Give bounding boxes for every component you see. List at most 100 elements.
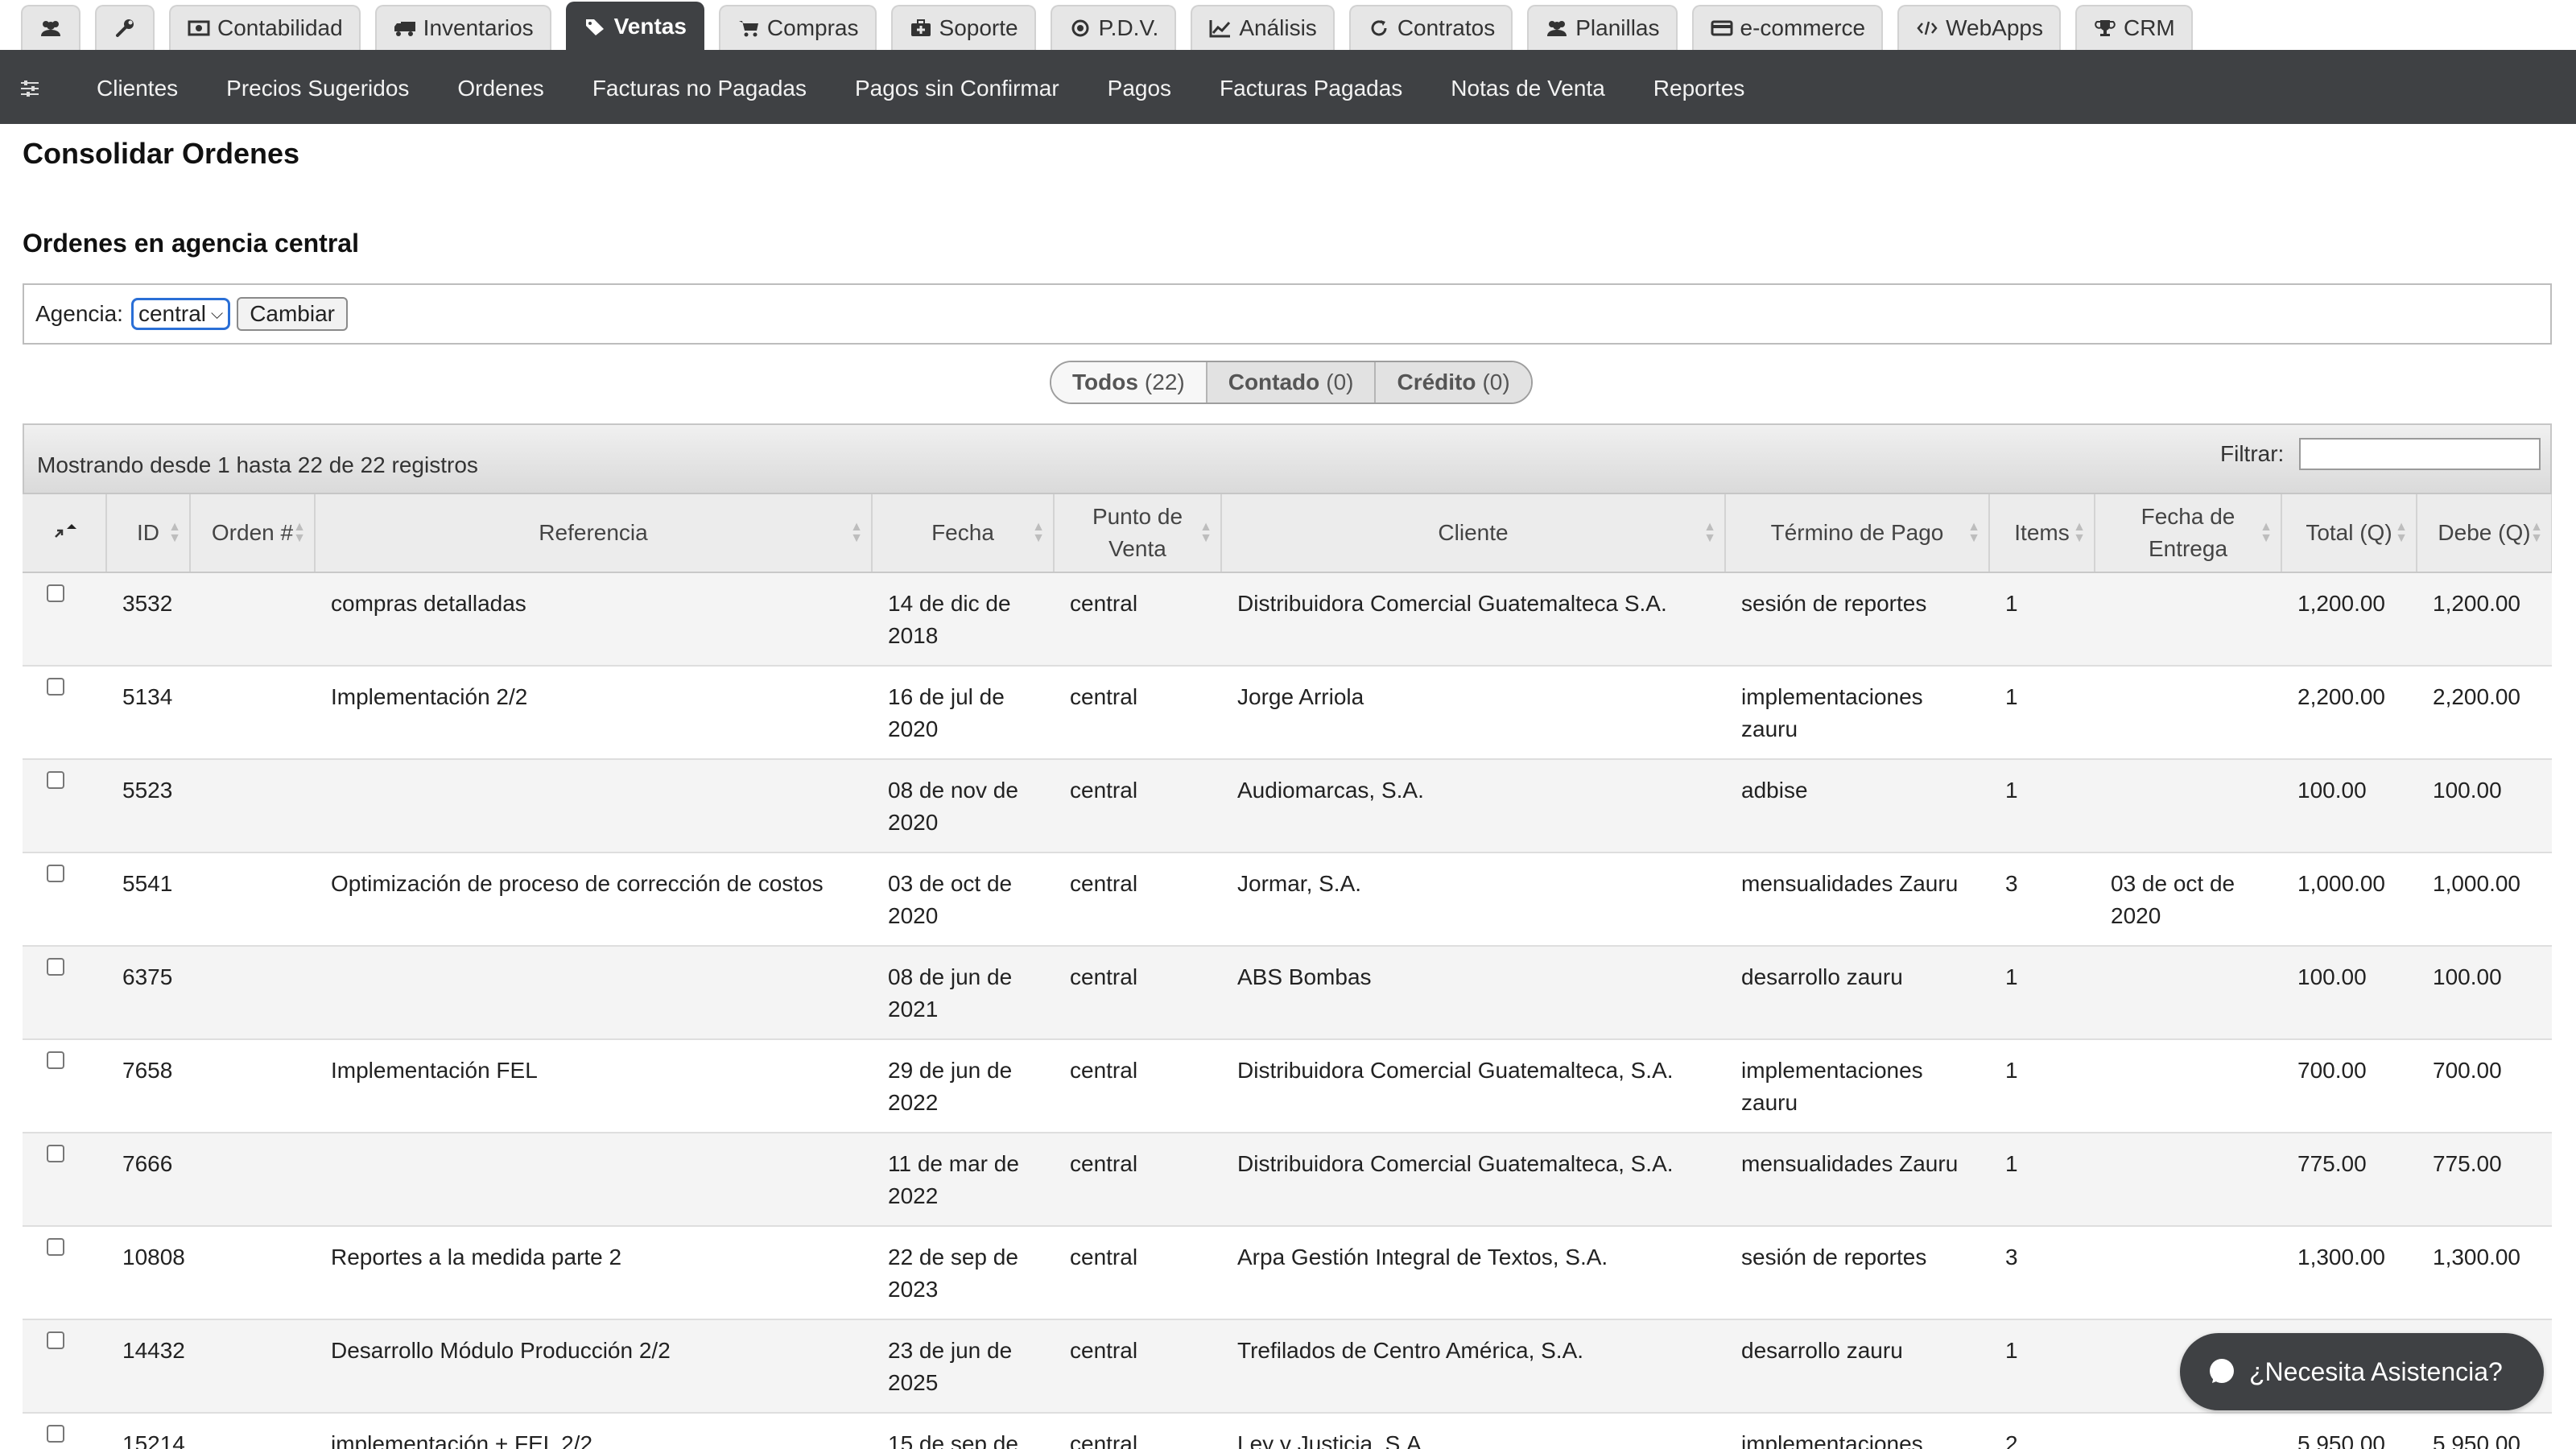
row-checkbox[interactable]: [47, 1051, 64, 1069]
cell-fecha: 03 de oct de 2020: [872, 852, 1054, 947]
tab-inventarios[interactable]: Inventarios: [374, 5, 551, 50]
column-header-referencia[interactable]: Referencia ▲ ▼: [315, 494, 873, 573]
cell-items: 1: [1989, 946, 2095, 1040]
tab-planillas[interactable]: Planillas: [1527, 5, 1678, 50]
tab-label: CRM: [2123, 15, 2175, 40]
cell-referencia: implementación + FEL 2/2: [315, 1413, 872, 1449]
table-filter-input[interactable]: [2299, 438, 2541, 470]
orders-table-wrapper: ID ▲ ▼ Orden # ▲ ▼ Referencia ▲ ▼ Fecha ▲ ▼ Punt…: [23, 494, 2552, 1449]
column-header-items[interactable]: Items ▲ ▼: [1989, 494, 2095, 573]
tab-label: Análisis: [1239, 15, 1317, 40]
row-checkbox[interactable]: [47, 1331, 64, 1349]
column-header-fecha-de-entrega[interactable]: Fecha de Entrega ▲ ▼: [2095, 494, 2282, 573]
row-checkbox[interactable]: [47, 771, 64, 789]
subnav-pagos-sin-confirmar[interactable]: Pagos sin Confirmar: [855, 76, 1059, 101]
table-row[interactable]: 7658 Implementación FEL 29 de jun de 2022 c…: [23, 1039, 2552, 1133]
filter-credito[interactable]: Crédito (0): [1374, 362, 1531, 402]
filter-todos[interactable]: Todos (22): [1051, 362, 1206, 402]
row-checkbox[interactable]: [47, 1145, 64, 1162]
row-select-cell: [23, 1133, 106, 1227]
subnav-ordenes[interactable]: Ordenes: [457, 76, 543, 101]
row-checkbox[interactable]: [47, 1238, 64, 1256]
cell-referencia: Implementación FEL: [315, 1039, 872, 1133]
row-checkbox[interactable]: [47, 865, 64, 882]
cell-orden: [190, 1226, 315, 1320]
tab-crm[interactable]: CRM: [2074, 5, 2193, 50]
cell-termino-de-pago: implementaciones zauru: [1725, 666, 1989, 760]
compress-icon[interactable]: [52, 520, 76, 545]
table-row[interactable]: 14432 Desarrollo Módulo Producción 2/2 23 …: [23, 1319, 2552, 1414]
subnav-reportes[interactable]: Reportes: [1653, 76, 1745, 101]
tab-contratos[interactable]: Contratos: [1348, 5, 1513, 50]
filter-count: (0): [1482, 369, 1510, 394]
cell-termino-de-pago: implementaciones: [1725, 1413, 1989, 1449]
sort-icon: ▲ ▼: [1032, 520, 1045, 545]
cell-id: 7666: [106, 1133, 190, 1227]
cell-punto-de-venta: central: [1054, 666, 1221, 760]
tab-tools[interactable]: [95, 5, 155, 50]
column-header-fecha[interactable]: Fecha ▲ ▼: [872, 494, 1055, 573]
credit-card-icon: [1710, 16, 1734, 40]
table-row[interactable]: 5134 Implementación 2/2 16 de jul de 2020 c…: [23, 666, 2552, 760]
cell-items: 1: [1989, 759, 2095, 853]
cell-total: 775.00: [2281, 1133, 2417, 1227]
tab-soporte[interactable]: Soporte: [890, 5, 1036, 50]
tab-label: Contabilidad: [217, 15, 343, 40]
cell-debe: 100.00: [2417, 946, 2552, 1040]
sliders-icon[interactable]: [19, 80, 66, 97]
cell-cliente: Ley y Justicia, S.A.: [1221, 1413, 1725, 1449]
row-checkbox[interactable]: [47, 1425, 64, 1443]
tab-compras[interactable]: Compras: [718, 5, 877, 50]
tab-analisis[interactable]: Análisis: [1191, 5, 1335, 50]
tab-webapps[interactable]: WebApps: [1897, 5, 2061, 50]
subnav-precios-sugeridos[interactable]: Precios Sugeridos: [226, 76, 409, 101]
tab-pdv[interactable]: P.D.V.: [1050, 5, 1177, 50]
column-header-total[interactable]: Total (Q) ▲ ▼: [2281, 494, 2417, 573]
table-row[interactable]: 5541 Optimización de proceso de correcció…: [23, 852, 2552, 947]
cell-punto-de-venta: central: [1054, 1039, 1221, 1133]
subnav-pagos[interactable]: Pagos: [1108, 76, 1171, 101]
cell-debe: 100.00: [2417, 759, 2552, 853]
column-header-cliente[interactable]: Cliente ▲ ▼: [1221, 494, 1726, 573]
filter-contado[interactable]: Contado (0): [1205, 362, 1375, 402]
tab-ecommerce[interactable]: e-commerce: [1691, 5, 1884, 50]
cell-fecha-de-entrega: 03 de oct de 2020: [2095, 852, 2281, 947]
change-agency-button[interactable]: Cambiar: [237, 297, 348, 331]
select-all-header[interactable]: [23, 494, 107, 573]
table-row[interactable]: 10808 Reportes a la medida parte 2 22 de s…: [23, 1226, 2552, 1320]
tab-contabilidad[interactable]: Contabilidad: [169, 5, 361, 50]
row-checkbox[interactable]: [47, 678, 64, 696]
row-checkbox[interactable]: [47, 958, 64, 976]
subnav-facturas-no-pagadas[interactable]: Facturas no Pagadas: [592, 76, 807, 101]
cell-fecha: 16 de jul de 2020: [872, 666, 1054, 760]
column-header-debe[interactable]: Debe (Q) ▲ ▼: [2417, 494, 2552, 573]
table-row[interactable]: 3532 compras detalladas 14 de dic de 2018 c…: [23, 572, 2552, 667]
row-select-cell: [23, 1319, 106, 1414]
cell-total: 100.00: [2281, 946, 2417, 1040]
column-label: Debe (Q): [2438, 520, 2531, 545]
cell-id: 5541: [106, 852, 190, 947]
table-row[interactable]: 7666 11 de mar de 2022 central Distribuidor…: [23, 1133, 2552, 1227]
agency-select[interactable]: central ⌵: [130, 298, 231, 330]
row-checkbox[interactable]: [47, 584, 64, 602]
cell-debe: 775.00: [2417, 1133, 2552, 1227]
cell-termino-de-pago: mensualidades Zauru: [1725, 852, 1989, 947]
subnav-notas-de-venta[interactable]: Notas de Venta: [1451, 76, 1604, 101]
table-row[interactable]: 15214 implementación + FEL 2/2 15 de sep d…: [23, 1413, 2552, 1449]
tab-ventas[interactable]: Ventas: [565, 2, 704, 50]
help-chat-button[interactable]: ¿Necesita Asistencia?: [2180, 1333, 2544, 1410]
table-row[interactable]: 6375 08 de jun de 2021 central ABS Bombas de…: [23, 946, 2552, 1040]
cell-fecha: 29 de jun de 2022: [872, 1039, 1054, 1133]
section-title: Ordenes en agencia central: [23, 229, 359, 258]
column-header-termino-de-pago[interactable]: Término de Pago ▲ ▼: [1725, 494, 1990, 573]
cell-fecha: 23 de jun de 2025: [872, 1319, 1054, 1414]
subnav-facturas-pagadas[interactable]: Facturas Pagadas: [1220, 76, 1402, 101]
subnav-clientes[interactable]: Clientes: [97, 76, 178, 101]
column-header-id[interactable]: ID ▲ ▼: [106, 494, 191, 573]
cell-cliente: Distribuidora Comercial Guatemalteca, S.…: [1221, 1039, 1725, 1133]
tab-home[interactable]: [21, 5, 80, 50]
column-header-punto-de-venta[interactable]: Punto de Venta ▲ ▼: [1054, 494, 1222, 573]
column-header-orden[interactable]: Orden # ▲ ▼: [190, 494, 316, 573]
table-row[interactable]: 5523 08 de nov de 2020 central Audiomarcas,…: [23, 759, 2552, 853]
cell-id: 14432: [106, 1319, 190, 1414]
